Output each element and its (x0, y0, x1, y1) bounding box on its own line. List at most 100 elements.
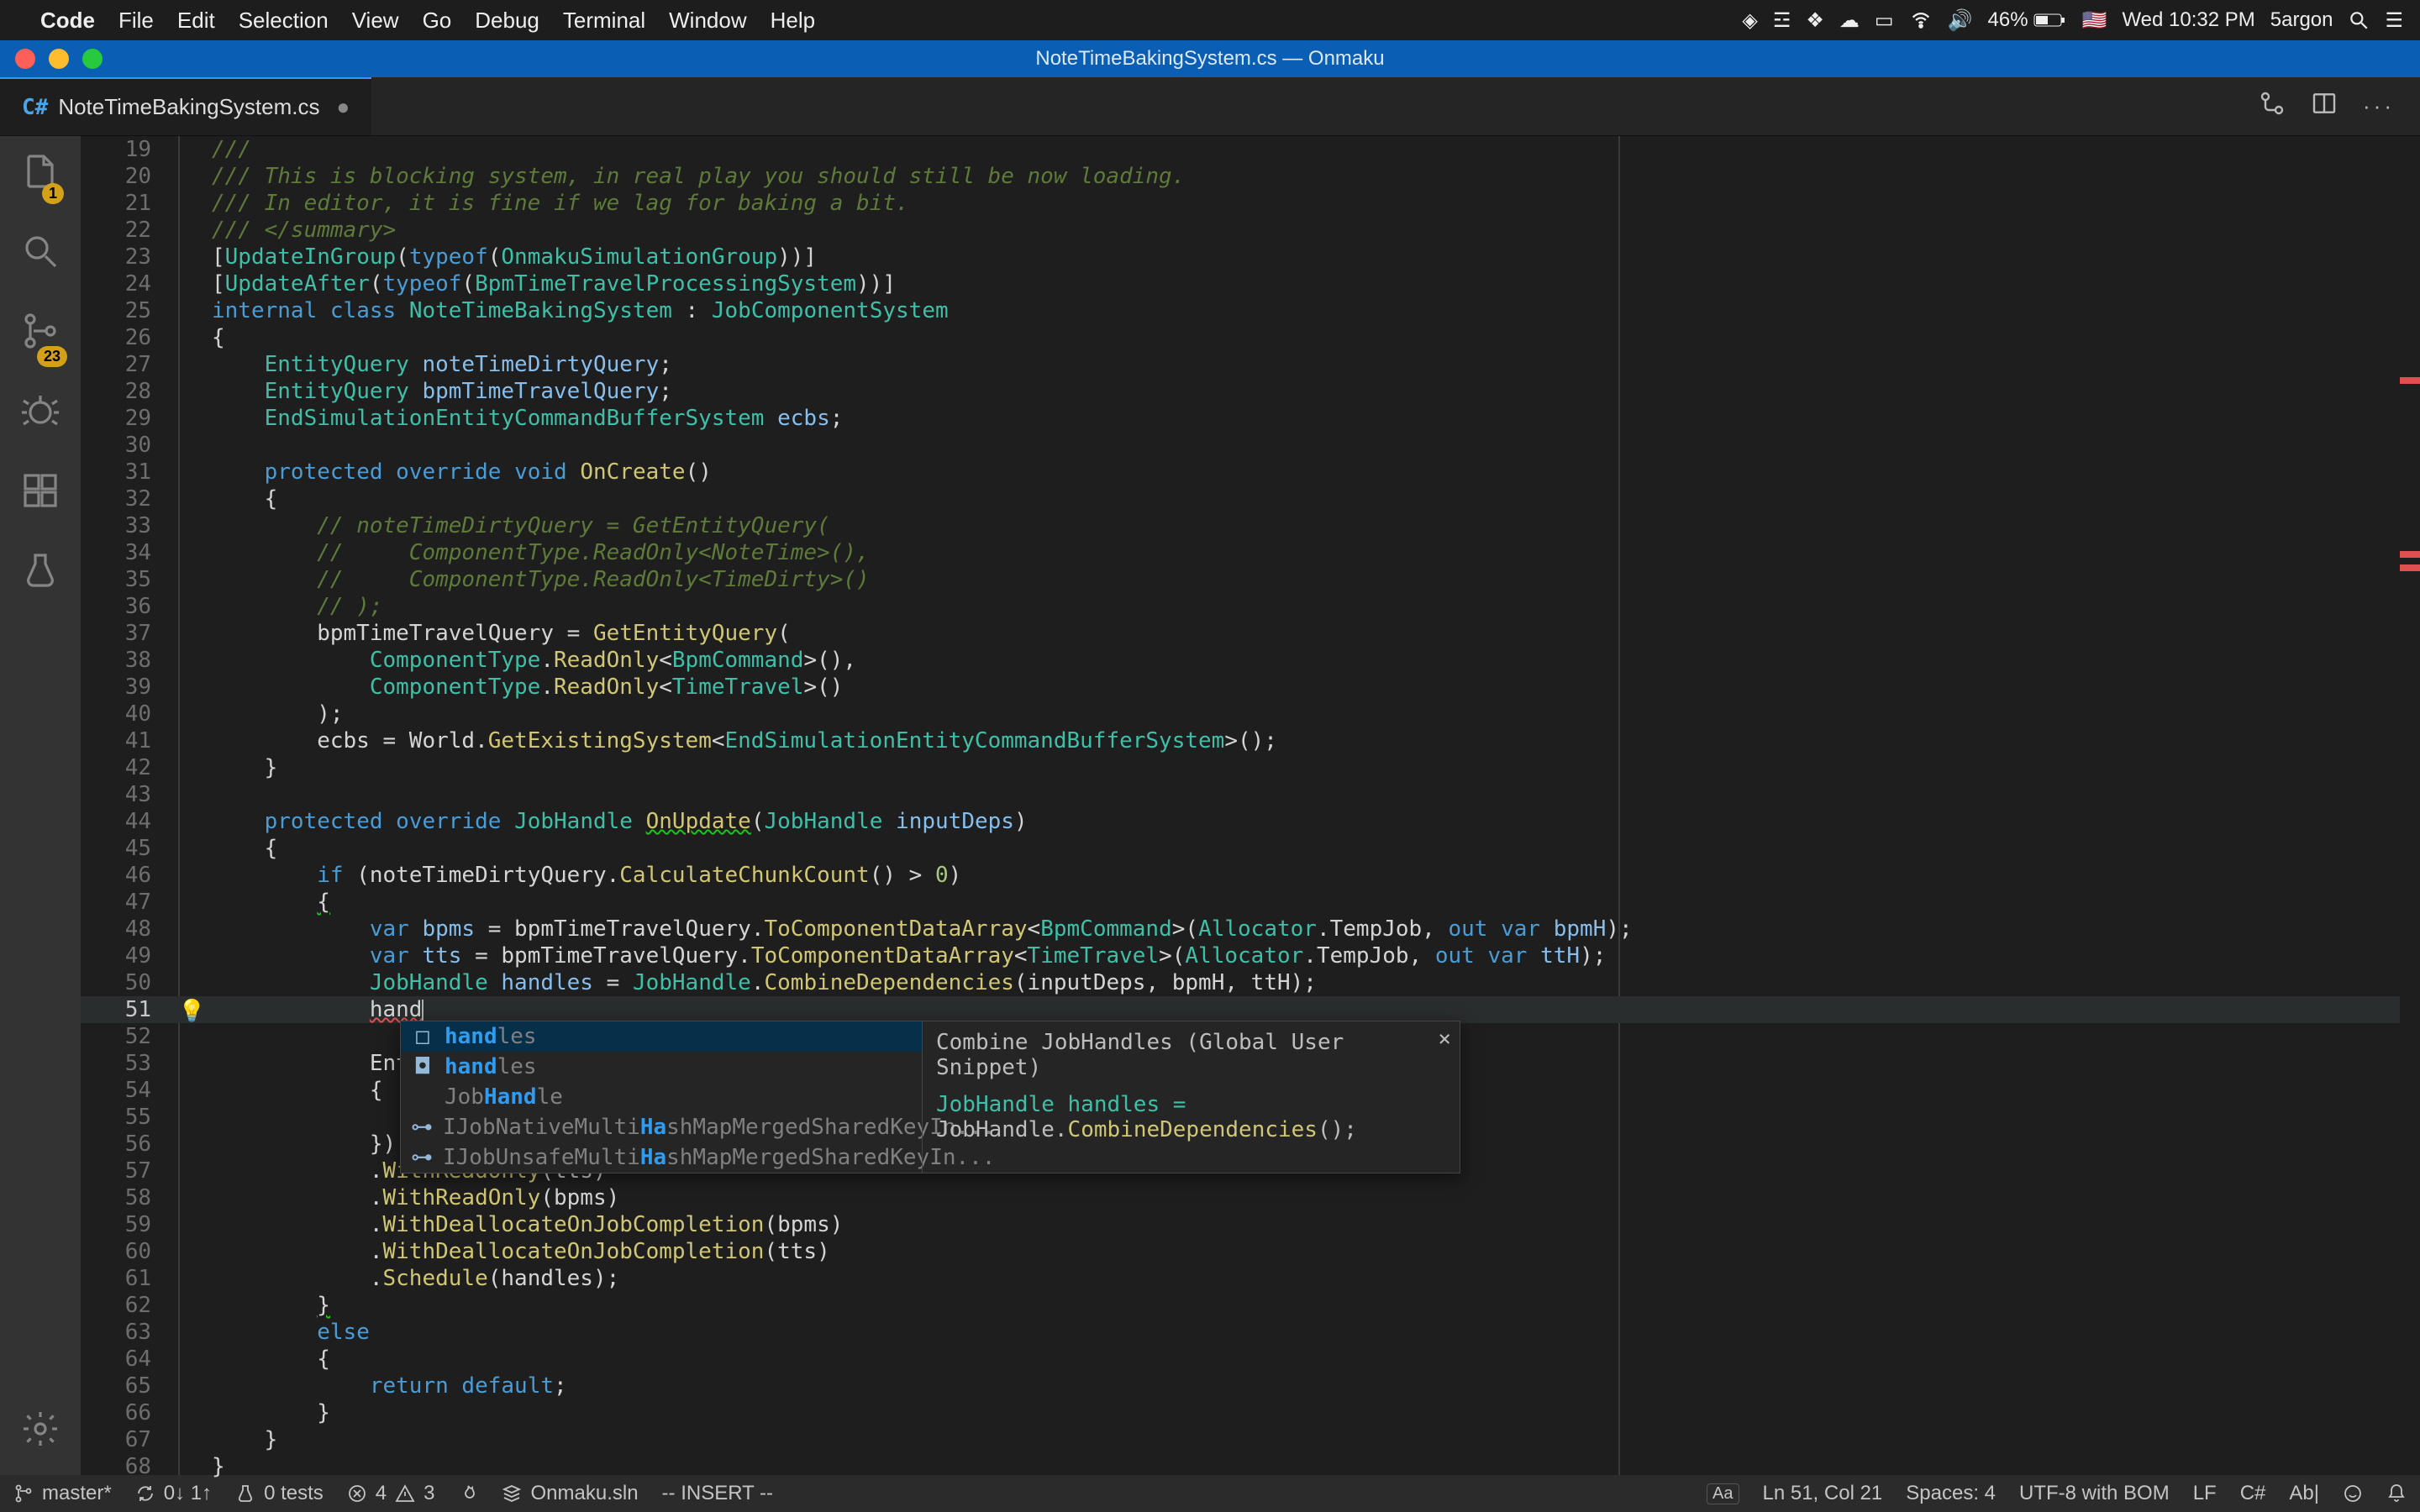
editor[interactable]: 19///20/// This is blocking system, in r… (81, 136, 2420, 1475)
battery-icon[interactable]: 46% (1988, 8, 2067, 32)
code-line[interactable]: 20/// This is blocking system, in real p… (81, 163, 2420, 190)
code-line[interactable]: 32 { (81, 486, 2420, 512)
code-line[interactable]: 38 ComponentType.ReadOnly<BpmCommand>(), (81, 647, 2420, 674)
code-line[interactable]: 29 EndSimulationEntityCommandBufferSyste… (81, 405, 2420, 432)
control-center-icon[interactable]: ☰ (2385, 8, 2403, 33)
case-sensitive-icon[interactable]: Aa (1707, 1483, 1739, 1504)
code-line[interactable]: 36 // ); (81, 593, 2420, 620)
code-line[interactable]: 62 } (81, 1292, 2420, 1319)
code-line[interactable]: 67 } (81, 1426, 2420, 1453)
settings-gear-icon[interactable] (20, 1429, 60, 1454)
search-icon[interactable] (20, 231, 60, 277)
code-line[interactable]: 45 { (81, 835, 2420, 862)
cursor-position[interactable]: Ln 51, Col 21 (1763, 1482, 1883, 1505)
code-line[interactable]: 60 .WithDeallocateOnJobCompletion(tts) (81, 1238, 2420, 1265)
code-line[interactable]: 34 // ComponentType.ReadOnly<NoteTime>()… (81, 539, 2420, 566)
code-line[interactable]: 47 { (81, 889, 2420, 916)
testing-icon[interactable] (20, 550, 60, 596)
code-line[interactable]: 21/// In editor, it is fine if we lag fo… (81, 190, 2420, 217)
more-actions-icon[interactable]: ··· (2363, 93, 2395, 119)
code-line[interactable]: 49 var tts = bpmTimeTravelQuery.ToCompon… (81, 942, 2420, 969)
notifications-icon[interactable] (2386, 1483, 2407, 1504)
code-line[interactable]: 27 EntityQuery noteTimeDirtyQuery; (81, 351, 2420, 378)
sync-status[interactable]: 0↓ 1↑ (135, 1482, 212, 1505)
problems-status[interactable]: 4 3 (347, 1482, 435, 1505)
code-line[interactable]: 31 protected override void OnCreate() (81, 459, 2420, 486)
eol[interactable]: LF (2193, 1482, 2217, 1505)
volume-icon[interactable]: 🔊 (1948, 8, 1973, 33)
code-line[interactable]: 66 } (81, 1399, 2420, 1426)
menu-go[interactable]: Go (423, 8, 452, 34)
code-line[interactable]: 42 } (81, 754, 2420, 781)
suggest-item[interactable]: □handles (401, 1021, 922, 1052)
code-line[interactable]: 24[UpdateAfter(typeof(BpmTimeTravelProce… (81, 270, 2420, 297)
code-line[interactable]: 26{ (81, 324, 2420, 351)
sync-icon[interactable]: ☲ (1773, 8, 1791, 33)
spotlight-icon[interactable] (2348, 9, 2370, 31)
window-maximize-icon[interactable] (82, 49, 103, 69)
code-line[interactable]: 19/// (81, 136, 2420, 163)
flag-icon[interactable]: 🇺🇸 (2082, 8, 2107, 33)
ext-indicator[interactable]: Ab| (2289, 1482, 2319, 1505)
code-line[interactable]: 44 protected override JobHandle OnUpdate… (81, 808, 2420, 835)
code-line[interactable]: 40 ); (81, 701, 2420, 727)
fire-icon[interactable] (458, 1483, 478, 1504)
suggest-item[interactable]: ◘handles (401, 1052, 922, 1082)
close-icon[interactable]: × (1438, 1026, 1451, 1052)
code-line[interactable]: 33 // noteTimeDirtyQuery = GetEntityQuer… (81, 512, 2420, 539)
branch-indicator[interactable]: master* (13, 1482, 112, 1505)
compare-changes-icon[interactable] (2259, 90, 2286, 123)
menu-window[interactable]: Window (669, 8, 746, 34)
code-line[interactable]: 30 (81, 432, 2420, 459)
code-line[interactable]: 64 { (81, 1346, 2420, 1373)
code-line[interactable]: 22/// </summary> (81, 217, 2420, 244)
menu-debug[interactable]: Debug (475, 8, 539, 34)
code-line[interactable]: 50 JobHandle handles = JobHandle.Combine… (81, 969, 2420, 996)
feedback-icon[interactable] (2343, 1483, 2363, 1504)
code-line[interactable]: 35 // ComponentType.ReadOnly<TimeDirty>(… (81, 566, 2420, 593)
code-line[interactable]: 63 else (81, 1319, 2420, 1346)
menu-terminal[interactable]: Terminal (563, 8, 645, 34)
suggest-item[interactable]: ⊶IJobNativeMultiHashMapMergedSharedKeyIn… (401, 1112, 922, 1142)
menu-view[interactable]: View (352, 8, 399, 34)
tab-notetimebaking[interactable]: C# NoteTimeBakingSystem.cs (0, 77, 371, 135)
code-line[interactable]: 58 .WithReadOnly(bpms) (81, 1184, 2420, 1211)
overview-ruler[interactable] (2400, 136, 2420, 1475)
unity-icon[interactable]: ◈ (1742, 8, 1757, 33)
suggest-list[interactable]: □handles◘handlesJobHandle⊶IJobNativeMult… (401, 1021, 922, 1173)
display-icon[interactable]: ▭ (1875, 8, 1894, 33)
code-line[interactable]: 43 (81, 781, 2420, 808)
code-line[interactable]: 51 hand (81, 996, 2420, 1023)
code-line[interactable]: 28 EntityQuery bpmTimeTravelQuery; (81, 378, 2420, 405)
code-line[interactable]: 37 bpmTimeTravelQuery = GetEntityQuery( (81, 620, 2420, 647)
wifi-icon[interactable] (1909, 8, 1933, 32)
code-line[interactable]: 59 .WithDeallocateOnJobCompletion(bpms) (81, 1211, 2420, 1238)
code-line[interactable]: 25internal class NoteTimeBakingSystem : … (81, 297, 2420, 324)
solution-indicator[interactable]: Onmaku.sln (502, 1482, 638, 1505)
tests-status[interactable]: 0 tests (235, 1482, 324, 1505)
dropbox-icon[interactable]: ❖ (1806, 8, 1824, 33)
menu-edit[interactable]: Edit (177, 8, 215, 34)
menu-help[interactable]: Help (771, 8, 815, 34)
code-line[interactable]: 65 return default; (81, 1373, 2420, 1399)
code-line[interactable]: 48 var bpms = bpmTimeTravelQuery.ToCompo… (81, 916, 2420, 942)
lightbulb-icon[interactable]: 💡 (178, 998, 205, 1024)
code-line[interactable]: 61 .Schedule(handles); (81, 1265, 2420, 1292)
indentation[interactable]: Spaces: 4 (1906, 1482, 1996, 1505)
code-line[interactable]: 41 ecbs = World.GetExistingSystem<EndSim… (81, 727, 2420, 754)
window-close-icon[interactable] (15, 49, 35, 69)
code-line[interactable]: 46 if (noteTimeDirtyQuery.CalculateChunk… (81, 862, 2420, 889)
cloud-icon[interactable]: ☁ (1839, 8, 1860, 33)
clock[interactable]: Wed 10:32 PM (2122, 8, 2254, 32)
menu-file[interactable]: File (118, 8, 154, 34)
code-line[interactable]: 39 ComponentType.ReadOnly<TimeTravel>() (81, 674, 2420, 701)
encoding[interactable]: UTF-8 with BOM (2019, 1482, 2170, 1505)
menu-selection[interactable]: Selection (239, 8, 329, 34)
window-minimize-icon[interactable] (49, 49, 69, 69)
extensions-icon[interactable] (20, 470, 60, 517)
debug-icon[interactable] (20, 391, 60, 437)
split-editor-icon[interactable] (2311, 90, 2338, 123)
suggest-item[interactable]: JobHandle (401, 1082, 922, 1112)
suggest-item[interactable]: ⊶IJobUnsafeMultiHashMapMergedSharedKeyIn… (401, 1142, 922, 1173)
app-name[interactable]: Code (40, 8, 95, 34)
